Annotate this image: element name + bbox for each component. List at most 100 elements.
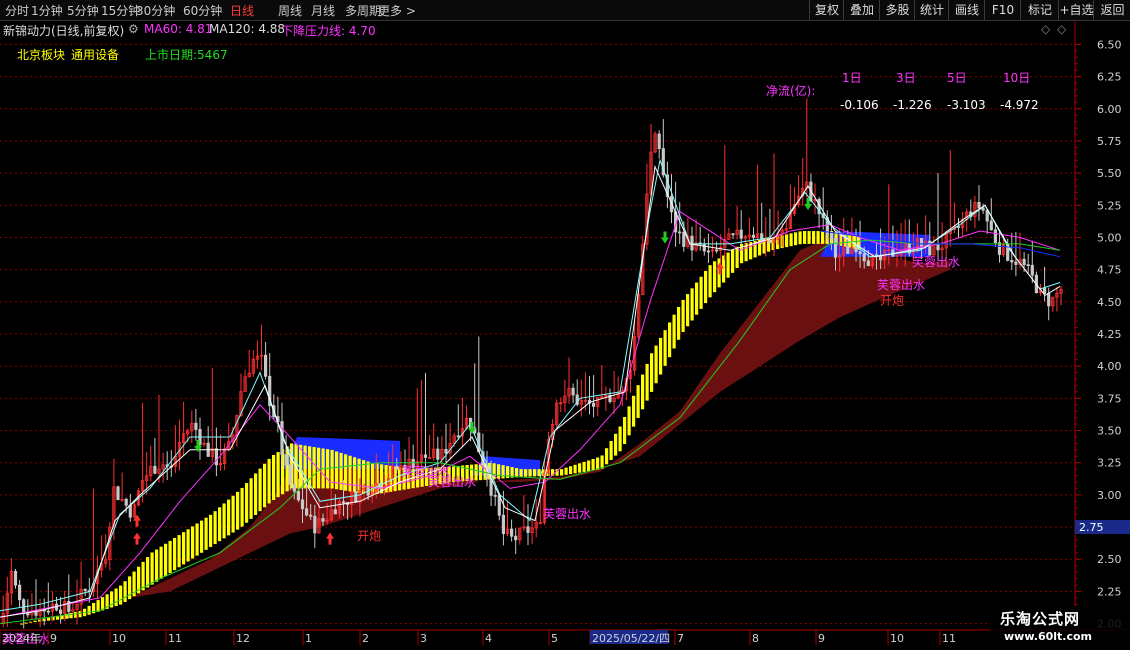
toolbar-button[interactable]: 画线	[948, 0, 985, 20]
period-tab[interactable]: 30分钟	[136, 2, 175, 19]
trend-bar	[501, 465, 505, 479]
candle-body	[83, 588, 87, 591]
toolbar-button[interactable]: 返回	[1093, 0, 1130, 20]
period-tab[interactable]: 月线	[311, 2, 335, 19]
y-tick-label: 3.25	[1097, 457, 1122, 470]
candle-body	[1014, 261, 1018, 265]
candle-body	[760, 233, 764, 242]
period-toolbar: 分时 1分钟 5分钟 15分钟 30分钟 60分钟 日线 周线 月线 多周期 更多 > 复权 叠加 多股统…	[0, 0, 1130, 21]
x-tick-label: 2024年	[2, 631, 41, 645]
x-tick-label: 2	[362, 632, 369, 645]
trend-bar	[227, 499, 231, 536]
trend-bar	[24, 622, 28, 624]
trend-bar	[281, 449, 285, 495]
trend-bar	[632, 395, 636, 427]
period-tab[interactable]: 分时	[5, 2, 29, 19]
trend-bar	[47, 617, 51, 621]
x-tick-label: 2025/05/22/四	[592, 632, 670, 645]
trend-bar	[537, 469, 541, 477]
trend-bar	[87, 605, 91, 615]
candle-body	[124, 498, 128, 506]
settings-icon[interactable]: ⚙	[128, 22, 139, 36]
trend-bar	[218, 507, 222, 542]
toolbar-button[interactable]: 多股	[879, 0, 915, 20]
trend-bar	[695, 282, 699, 315]
trend-bar	[533, 469, 537, 477]
candle-body	[26, 613, 30, 616]
trend-bar	[159, 546, 163, 579]
diamond-icon[interactable]: ◇	[1041, 22, 1050, 36]
trend-bar	[614, 433, 618, 456]
trend-bar	[33, 620, 37, 623]
trend-bar	[789, 233, 793, 247]
trend-bar	[807, 231, 811, 244]
trend-bar	[708, 265, 712, 298]
trend-bar	[645, 363, 649, 401]
trend-bar	[186, 529, 190, 562]
trend-bar	[245, 483, 249, 523]
period-tab[interactable]: 日线	[230, 2, 254, 19]
trend-bar	[573, 464, 577, 474]
trend-bar	[560, 469, 564, 476]
trend-bar	[231, 495, 235, 533]
y-tick-label: 3.50	[1097, 425, 1122, 438]
period-tab[interactable]: 1分钟	[31, 2, 63, 19]
period-tab[interactable]: 60分钟	[183, 2, 222, 19]
trend-bar	[623, 417, 627, 445]
candle-body	[288, 464, 292, 485]
x-tick-label: 3	[420, 632, 427, 645]
candle-body	[526, 526, 530, 533]
candle-body	[395, 465, 399, 470]
candle-body	[571, 387, 575, 396]
period-tab[interactable]: 更多 >	[378, 2, 416, 19]
y-tick-label: 5.25	[1097, 199, 1122, 212]
candle-body	[153, 465, 157, 474]
candle-body	[858, 251, 862, 255]
trend-bar	[627, 406, 631, 436]
trend-bar	[519, 469, 523, 477]
candle-body	[702, 243, 706, 252]
candle-body	[501, 514, 506, 534]
candle-body	[497, 495, 501, 516]
candle-body	[1043, 287, 1047, 294]
trend-bar	[222, 503, 226, 539]
x-tick-label: 4	[485, 632, 492, 645]
candle-body	[846, 246, 850, 254]
trend-bar	[173, 537, 177, 571]
period-tab[interactable]: 多周期	[345, 2, 381, 19]
period-tab[interactable]: 5分钟	[67, 2, 99, 19]
trend-bar	[821, 231, 825, 244]
trend-bar	[731, 249, 735, 273]
trend-bar	[636, 385, 640, 418]
trend-bar	[258, 468, 262, 512]
toolbar-button[interactable]: 统计	[914, 0, 949, 20]
candle-body	[13, 571, 18, 586]
candle-body	[284, 454, 288, 466]
toolbar-button[interactable]: 标记	[1020, 0, 1059, 20]
stock-title: 新锦动力(日线,前复权)	[3, 24, 125, 38]
toolbar-button[interactable]: 复权	[809, 0, 844, 20]
diamond-icon[interactable]: ◇	[1057, 22, 1066, 36]
candle-body	[592, 402, 596, 407]
trend-bar	[668, 322, 672, 358]
trend-bar	[96, 600, 100, 612]
y-tick-label: 3.75	[1097, 392, 1122, 405]
candle-body	[866, 260, 870, 267]
y-tick-label: 6.00	[1097, 103, 1122, 116]
candle-body	[985, 209, 989, 222]
period-tab[interactable]: 周线	[278, 2, 302, 19]
candle-body	[313, 515, 317, 534]
toolbar-button[interactable]: +自选	[1058, 0, 1094, 20]
buy-arrow-icon	[133, 532, 141, 545]
candle-body	[116, 486, 120, 501]
trend-bar	[209, 514, 213, 547]
toolbar-button[interactable]: 叠加	[843, 0, 880, 20]
listing-date-label: 上市日期:5467	[145, 48, 228, 62]
toolbar-button[interactable]: F10	[984, 0, 1021, 20]
period-tab[interactable]: 15分钟	[101, 2, 140, 19]
candle-body	[768, 239, 772, 243]
candle-body	[17, 584, 22, 601]
trend-bar	[672, 314, 676, 349]
x-tick-label: 10	[890, 632, 904, 645]
signal-label: 芙蓉出水	[877, 278, 925, 292]
